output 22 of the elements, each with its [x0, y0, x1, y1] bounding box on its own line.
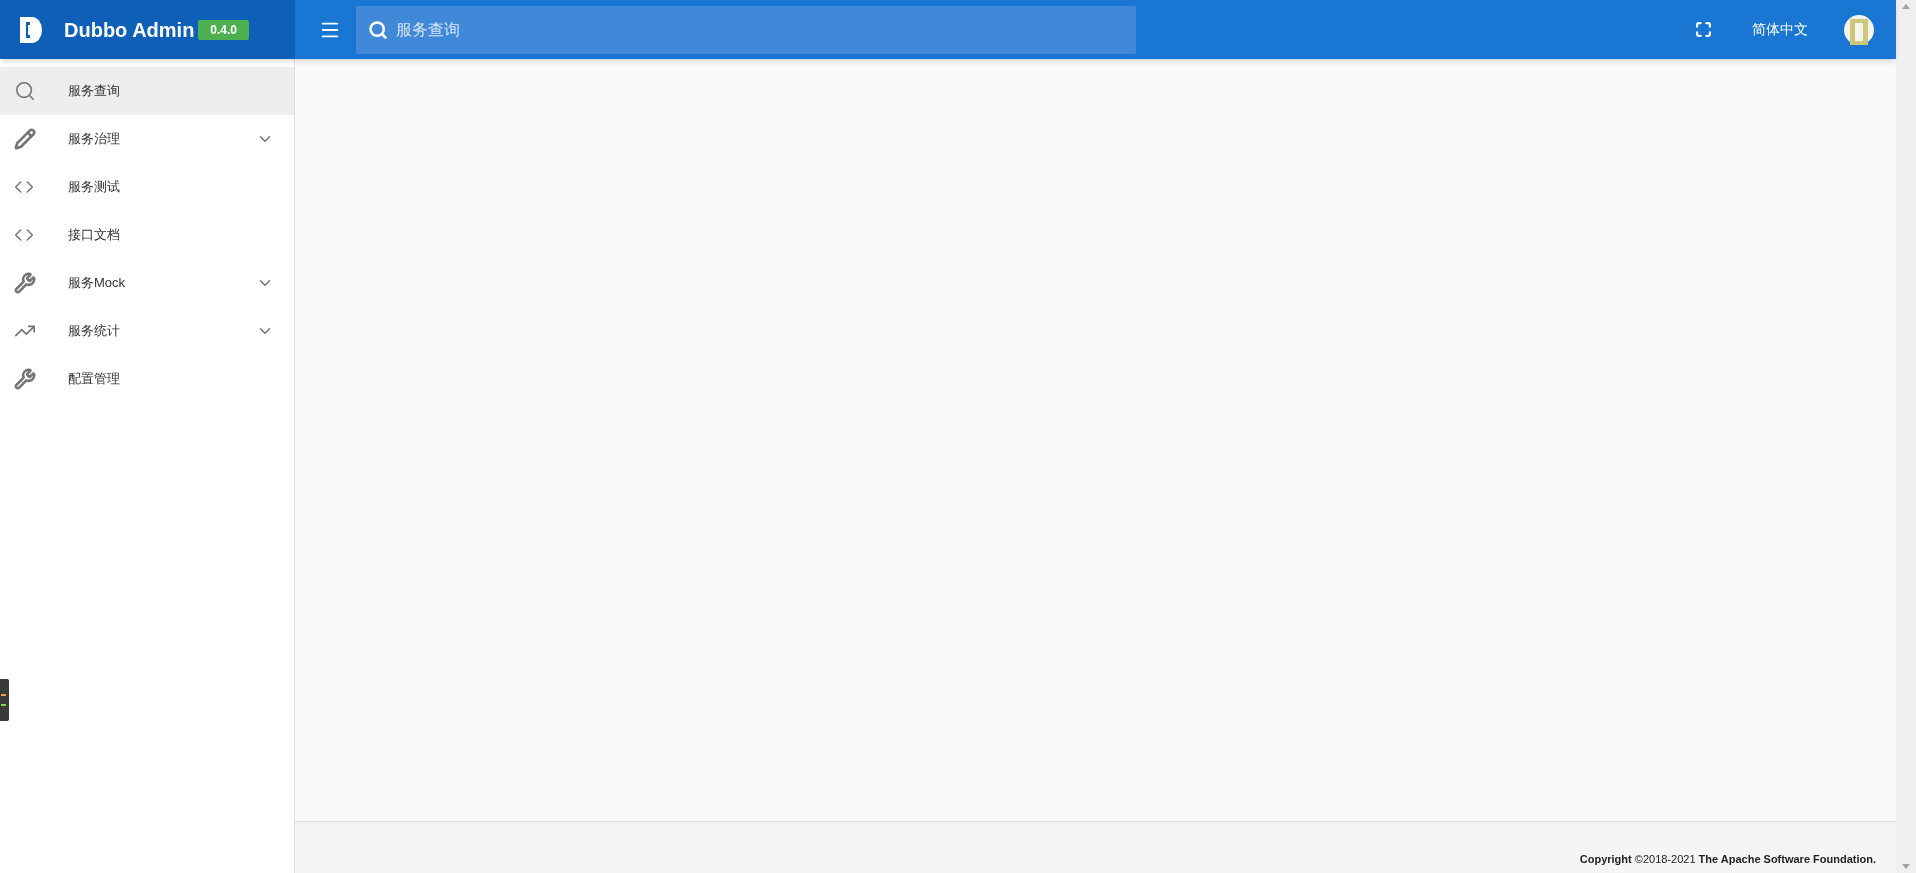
version-tag: 0.4.0: [198, 19, 250, 40]
search-icon: [368, 19, 388, 40]
fullscreen-icon[interactable]: [1695, 21, 1712, 38]
language-button[interactable]: 简体中文: [1752, 19, 1808, 40]
sidebar-item-label: 服务治理: [68, 130, 121, 149]
side-handle[interactable]: [0, 679, 9, 721]
wrench-icon: [14, 272, 36, 294]
copyright-text: Copyright ©2018-2021 The Apache Software Foundation.: [1579, 851, 1876, 867]
app-title: Dubbo Admin: [64, 17, 195, 43]
sidebar-item-label: 服务查询: [68, 82, 121, 101]
sidebar-item[interactable]: 服务查询: [0, 67, 294, 115]
search-field[interactable]: 服务查询: [356, 5, 1136, 54]
sidebar-item-label: 服务统计: [68, 322, 121, 341]
avatar[interactable]: [1844, 14, 1874, 45]
sidebar-item-label: 服务测试: [68, 178, 121, 197]
sidebar-item-label: 服务Mock: [68, 274, 127, 293]
pencil-icon: [14, 128, 36, 150]
wrench-icon: [14, 368, 36, 390]
sidebar-item-label: 接口文档: [68, 226, 121, 245]
logo-icon: [20, 16, 42, 43]
search-icon: [14, 80, 36, 102]
sidebar-item-label: 配置管理: [68, 370, 121, 389]
